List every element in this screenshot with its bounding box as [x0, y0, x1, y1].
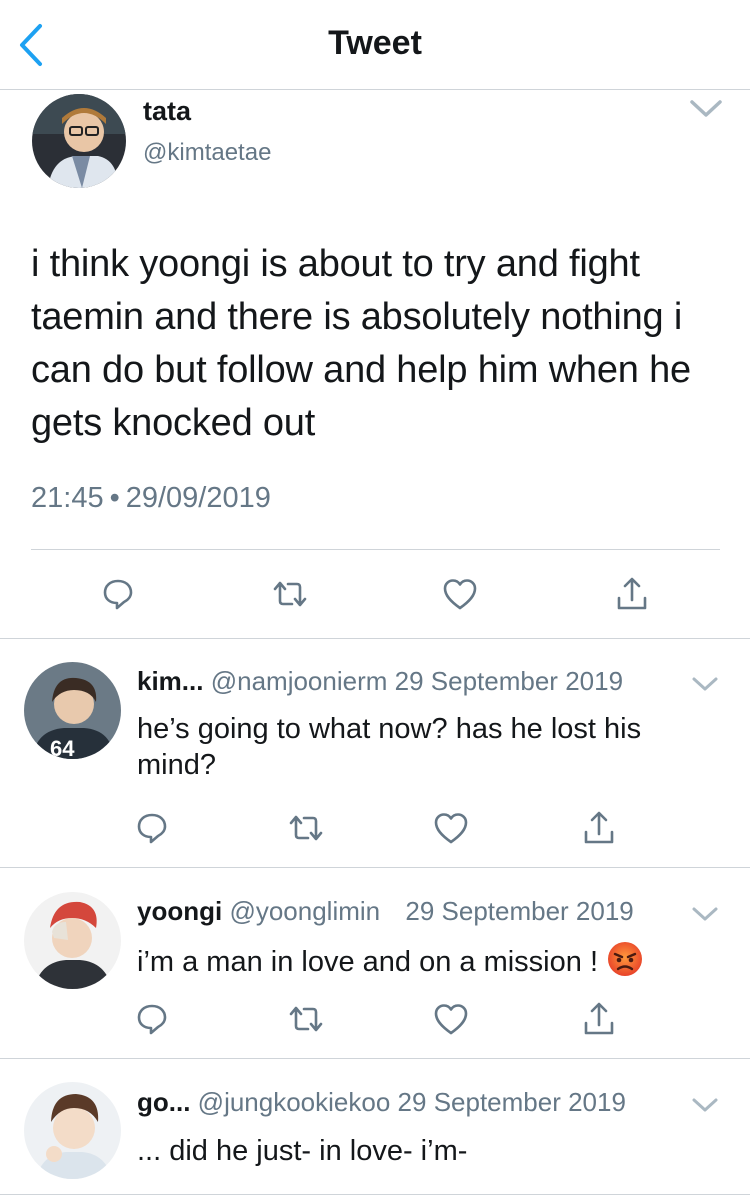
meta-separator: •	[109, 482, 120, 514]
chevron-down-icon	[692, 907, 718, 921]
tweet-time: 21:45	[31, 482, 104, 514]
more-options-button[interactable]	[690, 1095, 720, 1115]
like-button[interactable]	[438, 572, 482, 616]
reply-date: 29 September 2019	[394, 666, 624, 696]
retweet-icon	[289, 1006, 323, 1032]
like-icon	[434, 1004, 468, 1035]
reply-text: i’m a man in love and on a mission !	[137, 946, 598, 979]
page-title: Tweet	[328, 24, 422, 62]
divider	[0, 1058, 750, 1059]
reply-icon	[137, 1004, 167, 1035]
reply-text: he’s going to what now? has he lost his …	[137, 713, 642, 781]
chevron-down-icon	[692, 1098, 718, 1112]
tweet-date: 29/09/2019	[125, 482, 271, 514]
reply-icon	[103, 579, 133, 610]
divider	[0, 638, 750, 639]
retweet-icon	[289, 815, 323, 841]
top-navigation-bar: Tweet	[0, 0, 750, 90]
avatar[interactable]	[24, 1082, 121, 1179]
author-name[interactable]: go...	[137, 1087, 190, 1117]
chevron-down-icon	[692, 677, 718, 691]
reply-text-container: i’m a man in love and on a mission !	[137, 940, 727, 987]
share-icon	[584, 1002, 614, 1035]
reply-header: kim... @namjoonierm 29 September 2019	[137, 666, 623, 697]
retweet-button[interactable]	[284, 806, 328, 850]
tweet-timestamp: 21:45 • 29/09/2019	[31, 482, 271, 515]
author-name[interactable]: tata	[143, 96, 191, 127]
author-handle[interactable]: @namjoonierm	[211, 666, 388, 696]
more-options-button[interactable]	[688, 96, 724, 120]
share-button[interactable]	[610, 572, 654, 616]
share-button[interactable]	[577, 997, 621, 1041]
divider	[0, 1194, 750, 1195]
share-button[interactable]	[577, 806, 621, 850]
author-handle[interactable]: @yoonglimin	[229, 896, 380, 926]
author-name[interactable]: yoongi	[137, 896, 222, 926]
more-options-button[interactable]	[690, 904, 720, 924]
reply-button[interactable]	[96, 572, 140, 616]
reply-text: ... did he just- in love- i’m-	[137, 1135, 468, 1167]
reply-header: go... @jungkookiekoo 29 September 2019	[137, 1087, 626, 1118]
like-button[interactable]	[429, 997, 473, 1041]
divider	[31, 549, 720, 550]
share-icon	[584, 811, 614, 844]
share-icon	[617, 577, 647, 610]
avatar[interactable]	[32, 94, 126, 188]
like-button[interactable]	[429, 806, 473, 850]
reply-icon	[137, 813, 167, 844]
reply-button[interactable]	[130, 997, 174, 1041]
author-handle[interactable]: @kimtaetae	[143, 139, 271, 167]
reply-date: 29 September 2019	[405, 896, 634, 926]
avatar[interactable]	[24, 892, 121, 989]
author-name[interactable]: kim...	[137, 666, 203, 696]
like-icon	[443, 579, 477, 610]
reply-date: 29 September 2019	[397, 1087, 626, 1117]
svg-text:64: 64	[50, 736, 75, 759]
tweet-text: i think yoongi is about to try and fight…	[31, 243, 691, 444]
avatar[interactable]: 64	[24, 662, 121, 759]
retweet-button[interactable]	[284, 997, 328, 1041]
reply-button[interactable]	[130, 806, 174, 850]
reply-header: yoongi @yoonglimin 29 September 2019	[137, 896, 634, 927]
angry-face-icon	[606, 940, 644, 987]
more-options-button[interactable]	[690, 674, 720, 694]
retweet-button[interactable]	[268, 572, 312, 616]
retweet-icon	[273, 581, 307, 607]
divider	[0, 867, 750, 868]
chevron-down-icon	[690, 100, 722, 117]
like-icon	[434, 813, 468, 844]
author-handle[interactable]: @jungkookiekoo	[198, 1087, 391, 1117]
